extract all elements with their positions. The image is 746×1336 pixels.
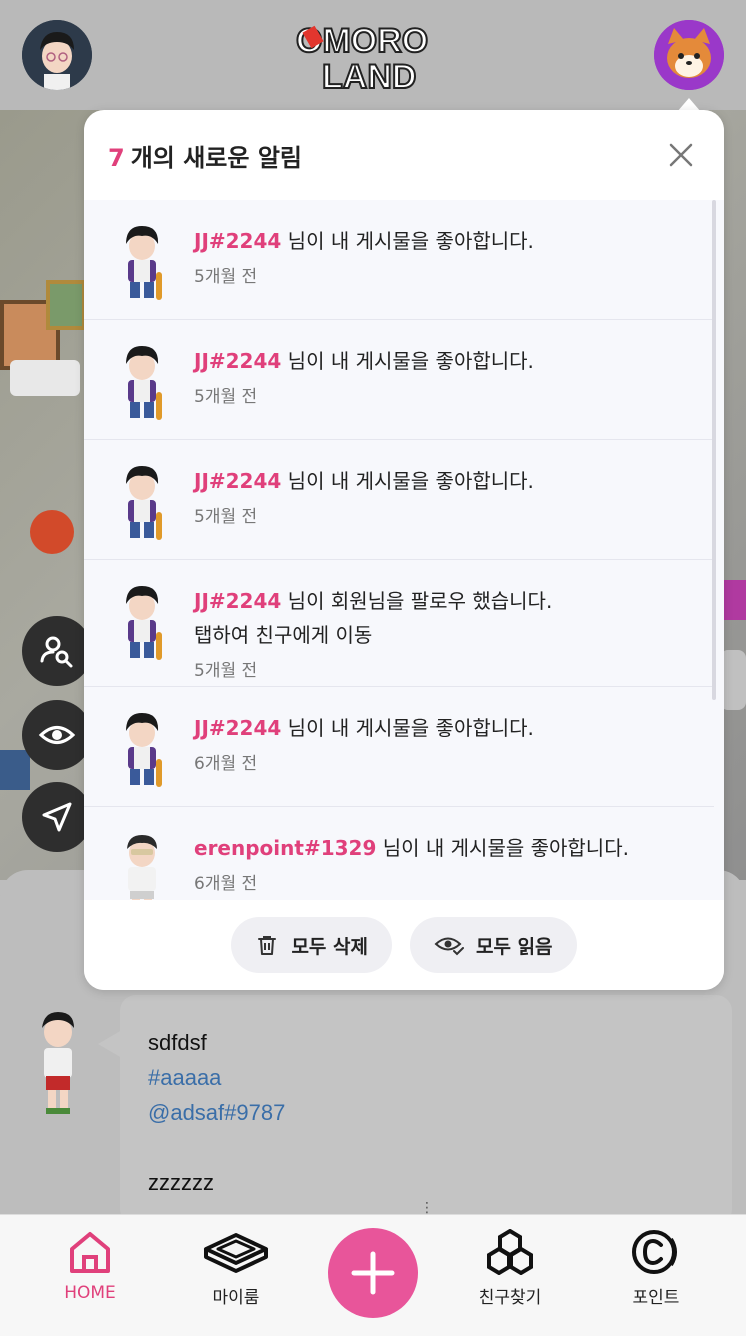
notification-item[interactable]: JJ#2244 님이 내 게시물을 좋아합니다. 5개월 전	[84, 200, 714, 320]
nav-myroom-label: 마이룸	[212, 1288, 260, 1308]
user-search-icon	[40, 636, 73, 668]
plus-icon	[351, 1251, 395, 1295]
read-all-label: 모두 읽음	[476, 935, 553, 958]
nav-myroom[interactable]: 마이룸	[181, 1229, 291, 1308]
notification-user-link[interactable]: JJ#2244	[194, 349, 281, 373]
notification-time: 5개월 전	[194, 267, 258, 287]
post-text-line: sdfdsf	[148, 1030, 207, 1055]
nav-find-friends[interactable]: 친구찾기	[455, 1229, 565, 1308]
room-icon	[204, 1233, 268, 1273]
eye-icon	[38, 726, 76, 744]
notification-message: 님이 회원님을 팔로우 했습니다.	[281, 589, 553, 613]
notification-header: 7 개의 새로운 알림	[84, 110, 724, 200]
coin-icon	[632, 1230, 677, 1274]
notification-scrollbar[interactable]	[712, 200, 716, 700]
nav-points[interactable]: 포인트	[601, 1229, 711, 1308]
navigate-button[interactable]	[22, 782, 92, 852]
notification-user-link[interactable]: JJ#2244	[194, 469, 281, 493]
view-toggle-button[interactable]	[22, 700, 92, 770]
painting-frame	[46, 280, 86, 330]
notification-message: 님이 내 게시물을 좋아합니다.	[281, 716, 534, 740]
jj-avatar-icon	[126, 586, 162, 660]
notification-user-link[interactable]: JJ#2244	[194, 589, 281, 613]
jj-avatar-icon	[126, 226, 162, 300]
sofa	[10, 360, 80, 396]
notification-item[interactable]: JJ#2244 님이 내 게시물을 좋아합니다. 5개월 전	[84, 440, 714, 560]
notification-panel: 7 개의 새로운 알림 JJ#2244 님이 내 게시물을 좋아합니다. 5개월 …	[84, 110, 724, 990]
pet-avatar-button[interactable]	[654, 20, 724, 90]
eye-check-icon	[434, 937, 464, 956]
shelf	[0, 750, 30, 790]
jj-avatar-icon	[126, 466, 162, 540]
user-avatar-icon	[22, 20, 92, 90]
notification-time: 6개월 전	[194, 754, 258, 774]
notification-user-link[interactable]: erenpoint#1329	[194, 836, 376, 860]
home-icon	[70, 1232, 110, 1273]
notification-title-text: 개의 새로운 알림	[130, 143, 302, 172]
post-mention-link[interactable]: @adsaf#9787	[148, 1095, 704, 1130]
post-bubble[interactable]: sdfdsf #aaaaa @adsaf#9787 zzzzzz	[120, 995, 732, 1225]
nav-find-friends-label: 친구찾기	[478, 1288, 542, 1308]
notification-item[interactable]: JJ#2244 님이 내 게시물을 좋아합니다. 5개월 전	[84, 320, 714, 440]
notification-time: 5개월 전	[194, 507, 258, 527]
delete-all-label: 모두 삭제	[291, 935, 368, 958]
notification-message: 님이 내 게시물을 좋아합니다.	[376, 836, 629, 860]
post-text-line: zzzzzz	[148, 1170, 214, 1195]
jj-avatar-icon	[126, 713, 162, 787]
top-header: OMORO LAND	[0, 0, 746, 110]
nav-home-label: HOME	[64, 1283, 116, 1303]
post-author-avatar[interactable]	[34, 1010, 82, 1130]
notification-time: 5개월 전	[194, 387, 258, 407]
omoroland-logo: OMORO LAND	[295, 21, 429, 94]
notification-count: 7	[108, 143, 125, 172]
jj-avatar-icon	[126, 346, 162, 420]
notification-title: 7 개의 새로운 알림	[108, 138, 302, 173]
post-hashtag-link[interactable]: #aaaaa	[148, 1060, 704, 1095]
profile-avatar-button[interactable]	[22, 20, 92, 90]
notification-item[interactable]: JJ#2244 님이 내 게시물을 좋아합니다. 6개월 전	[84, 687, 714, 807]
notification-list[interactable]: JJ#2244 님이 내 게시물을 좋아합니다. 5개월 전 JJ#2244 님…	[84, 200, 724, 900]
notification-message: 님이 내 게시물을 좋아합니다.	[281, 349, 534, 373]
notification-user-link[interactable]: JJ#2244	[194, 229, 281, 253]
hexagon-network-icon	[487, 1229, 533, 1275]
read-all-button[interactable]: 모두 읽음	[410, 917, 577, 973]
notification-user-link[interactable]: JJ#2244	[194, 716, 281, 740]
search-user-button[interactable]	[22, 616, 92, 686]
notification-time: 6개월 전	[194, 874, 258, 894]
erenpoint-avatar-icon	[127, 835, 157, 900]
notification-time: 5개월 전	[194, 661, 258, 681]
notification-item-follow[interactable]: JJ#2244 님이 회원님을 팔로우 했습니다. 탭하여 친구에게 이동 5개…	[84, 560, 714, 687]
delete-all-button[interactable]: 모두 삭제	[231, 917, 392, 973]
close-icon[interactable]	[666, 140, 696, 170]
shiba-avatar-icon	[654, 20, 724, 90]
notification-message: 님이 내 게시물을 좋아합니다.	[281, 469, 534, 493]
notification-extra-text: 탭하여 친구에게 이동	[194, 623, 373, 647]
bubble-tail	[98, 1030, 122, 1058]
navigation-arrow-icon	[42, 802, 72, 832]
notification-item[interactable]: erenpoint#1329 님이 내 게시물을 좋아합니다. 6개월 전	[84, 807, 714, 900]
notification-actions: 모두 삭제 모두 읽음	[84, 900, 724, 990]
trash-icon	[258, 936, 277, 955]
post-blank-line	[148, 1130, 704, 1165]
create-post-button[interactable]	[328, 1228, 418, 1318]
egg-chair	[30, 510, 74, 554]
nav-home[interactable]: HOME	[35, 1229, 145, 1303]
logo-line-2: LAND	[322, 58, 416, 94]
notification-message: 님이 내 게시물을 좋아합니다.	[281, 229, 534, 253]
nav-points-label: 포인트	[632, 1288, 680, 1308]
